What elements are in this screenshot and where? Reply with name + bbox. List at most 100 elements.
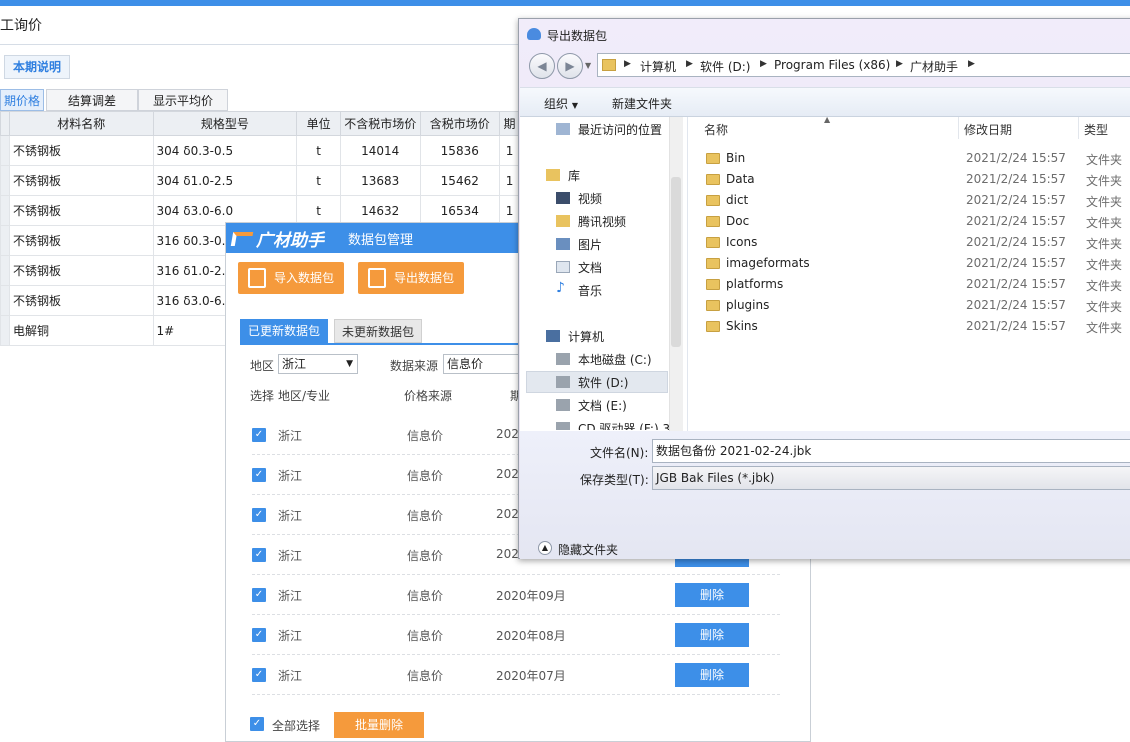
row-indicator [0, 195, 10, 226]
breadcrumb-drive-d[interactable]: 软件 (D:) [700, 58, 750, 75]
table-cell[interactable]: 1 [499, 165, 520, 196]
import-package-button[interactable]: 导入数据包 [238, 262, 344, 294]
row-checkbox[interactable]: ✓ [252, 548, 266, 562]
grid-header-indicator [0, 111, 10, 136]
delete-button[interactable]: 删除 [675, 623, 749, 647]
table-cell[interactable]: 不锈钢板 [8, 255, 154, 286]
region-select[interactable]: 浙江 ▼ [278, 354, 358, 374]
organize-button[interactable]: 组织 ▼ [544, 95, 578, 112]
table-cell[interactable]: 电解铜 [8, 315, 154, 346]
file-row[interactable]: Bin 2021/2/24 15:57 文件夹 [688, 148, 1130, 169]
nav-tencent-video[interactable]: 腾讯视频 [556, 213, 626, 230]
file-row[interactable]: Doc 2021/2/24 15:57 文件夹 [688, 211, 1130, 232]
nav-drive-d[interactable]: 软件 (D:) [556, 374, 628, 391]
file-row[interactable]: imageformats 2021/2/24 15:57 文件夹 [688, 253, 1130, 274]
tab-not-updated-packages[interactable]: 未更新数据包 [334, 319, 422, 343]
table-row[interactable]: 不锈钢板 304 δ0.3-0.5 t 14014 15836 1 [0, 135, 520, 166]
file-row[interactable]: dict 2021/2/24 15:57 文件夹 [688, 190, 1130, 211]
table-cell[interactable]: 15462 [419, 165, 501, 196]
file-row[interactable]: Skins 2021/2/24 15:57 文件夹 [688, 316, 1130, 337]
file-row[interactable]: platforms 2021/2/24 15:57 文件夹 [688, 274, 1130, 295]
nav-pictures[interactable]: 图片 [556, 236, 602, 253]
table-cell[interactable]: 1 [499, 135, 520, 166]
nav-drive-f[interactable]: CD 驱动器 (F:) 3 [556, 420, 670, 430]
chevron-up-icon[interactable]: ▲ [538, 541, 552, 555]
table-cell[interactable]: t [296, 195, 341, 226]
subtab-period-price[interactable]: 期价格 [0, 89, 44, 111]
nav-library[interactable]: 库 [546, 167, 580, 184]
table-cell[interactable]: t [296, 165, 341, 196]
nav-video[interactable]: 视频 [556, 190, 602, 207]
column-name[interactable]: 名称 [704, 121, 728, 138]
nav-scrollbar-thumb[interactable] [671, 177, 681, 347]
file-row[interactable]: plugins 2021/2/24 15:57 文件夹 [688, 295, 1130, 316]
table-cell[interactable]: 1 [499, 195, 520, 226]
file-row[interactable]: Icons 2021/2/24 15:57 文件夹 [688, 232, 1130, 253]
breadcrumb-program-files[interactable]: Program Files (x86) [774, 58, 890, 72]
file-name: Bin [726, 151, 746, 165]
table-cell[interactable]: 不锈钢板 [8, 225, 154, 256]
row-checkbox[interactable]: ✓ [252, 628, 266, 642]
delete-button[interactable]: 删除 [675, 583, 749, 607]
source-select[interactable]: 信息价 [443, 354, 519, 374]
nav-drive-e[interactable]: 文档 (E:) [556, 397, 627, 414]
tab-notes[interactable]: 本期说明 [4, 55, 70, 79]
grid-header-period[interactable]: 期 [499, 111, 520, 136]
grid-header-name[interactable]: 材料名称 [8, 111, 154, 136]
table-cell[interactable]: 不锈钢板 [8, 285, 154, 316]
new-folder-button[interactable]: 新建文件夹 [612, 95, 672, 112]
table-cell[interactable]: 不锈钢板 [8, 195, 154, 226]
nav-music[interactable]: ♪ 音乐 [556, 280, 602, 299]
row-checkbox[interactable]: ✓ [252, 468, 266, 482]
batch-delete-button[interactable]: 批量删除 [334, 712, 424, 738]
tab-updated-packages[interactable]: 已更新数据包 [240, 319, 328, 343]
table-cell[interactable]: 304 δ3.0-6.0 [152, 195, 298, 226]
table-cell[interactable]: 304 δ0.3-0.5 [152, 135, 298, 166]
file-row[interactable]: Data 2021/2/24 15:57 文件夹 [688, 169, 1130, 190]
table-cell[interactable]: 不锈钢板 [8, 135, 154, 166]
table-cell[interactable]: 15836 [419, 135, 501, 166]
back-button[interactable]: ◀ [529, 53, 555, 79]
table-row[interactable]: 不锈钢板 304 δ1.0-2.5 t 13683 15462 1 [0, 165, 520, 196]
address-bar[interactable]: ▶ 计算机 ▶ 软件 (D:) ▶ Program Files (x86) ▶ … [597, 53, 1130, 77]
column-type[interactable]: 类型 [1084, 121, 1108, 138]
forward-arrow-icon: ▶ [565, 59, 575, 73]
nav-computer[interactable]: 计算机 [546, 328, 604, 345]
table-cell[interactable]: 13683 [339, 165, 421, 196]
grid-header-price-ex-tax[interactable]: 不含税市场价 [339, 111, 421, 136]
export-package-button[interactable]: 导出数据包 [358, 262, 464, 294]
subtab-average[interactable]: 显示平均价 [138, 89, 228, 111]
row-indicator [0, 165, 10, 196]
select-all-checkbox[interactable]: ✓ [250, 717, 264, 731]
breadcrumb-computer[interactable]: 计算机 [640, 58, 676, 75]
library-icon [546, 169, 560, 181]
hide-folders-button[interactable]: 隐藏文件夹 [558, 541, 618, 558]
table-cell[interactable]: 16534 [419, 195, 501, 226]
history-dropdown-icon[interactable]: ▼ [585, 61, 591, 70]
table-row[interactable]: 不锈钢板 304 δ3.0-6.0 t 14632 16534 1 [0, 195, 520, 226]
import-package-label: 导入数据包 [274, 271, 335, 285]
row-checkbox[interactable]: ✓ [252, 428, 266, 442]
column-date[interactable]: 修改日期 [964, 121, 1012, 138]
table-cell[interactable]: 304 δ1.0-2.5 [152, 165, 298, 196]
grid-header-spec[interactable]: 规格型号 [152, 111, 298, 136]
table-cell[interactable]: 14014 [339, 135, 421, 166]
row-checkbox[interactable]: ✓ [252, 508, 266, 522]
subtab-settlement[interactable]: 结算调差 [46, 89, 138, 111]
nav-drive-c[interactable]: 本地磁盘 (C:) [556, 351, 652, 368]
table-cell[interactable]: t [296, 135, 341, 166]
delete-button[interactable]: 删除 [675, 663, 749, 687]
filetype-select[interactable]: JGB Bak Files (*.jbk) [652, 466, 1130, 490]
row-checkbox[interactable]: ✓ [252, 588, 266, 602]
grid-header-price-inc-tax[interactable]: 含税市场价 [419, 111, 501, 136]
table-cell[interactable]: 14632 [339, 195, 421, 226]
grid-header-unit[interactable]: 单位 [296, 111, 341, 136]
breadcrumb-arrow-icon: ▶ [624, 59, 631, 69]
filename-input[interactable]: 数据包备份 2021-02-24.jbk [652, 439, 1130, 463]
table-cell[interactable]: 不锈钢板 [8, 165, 154, 196]
nav-recent[interactable]: 最近访问的位置 [556, 121, 662, 138]
row-checkbox[interactable]: ✓ [252, 668, 266, 682]
breadcrumb-app-folder[interactable]: 广材助手 [910, 58, 958, 75]
forward-button[interactable]: ▶ [557, 53, 583, 79]
nav-documents[interactable]: 文档 [556, 259, 602, 276]
